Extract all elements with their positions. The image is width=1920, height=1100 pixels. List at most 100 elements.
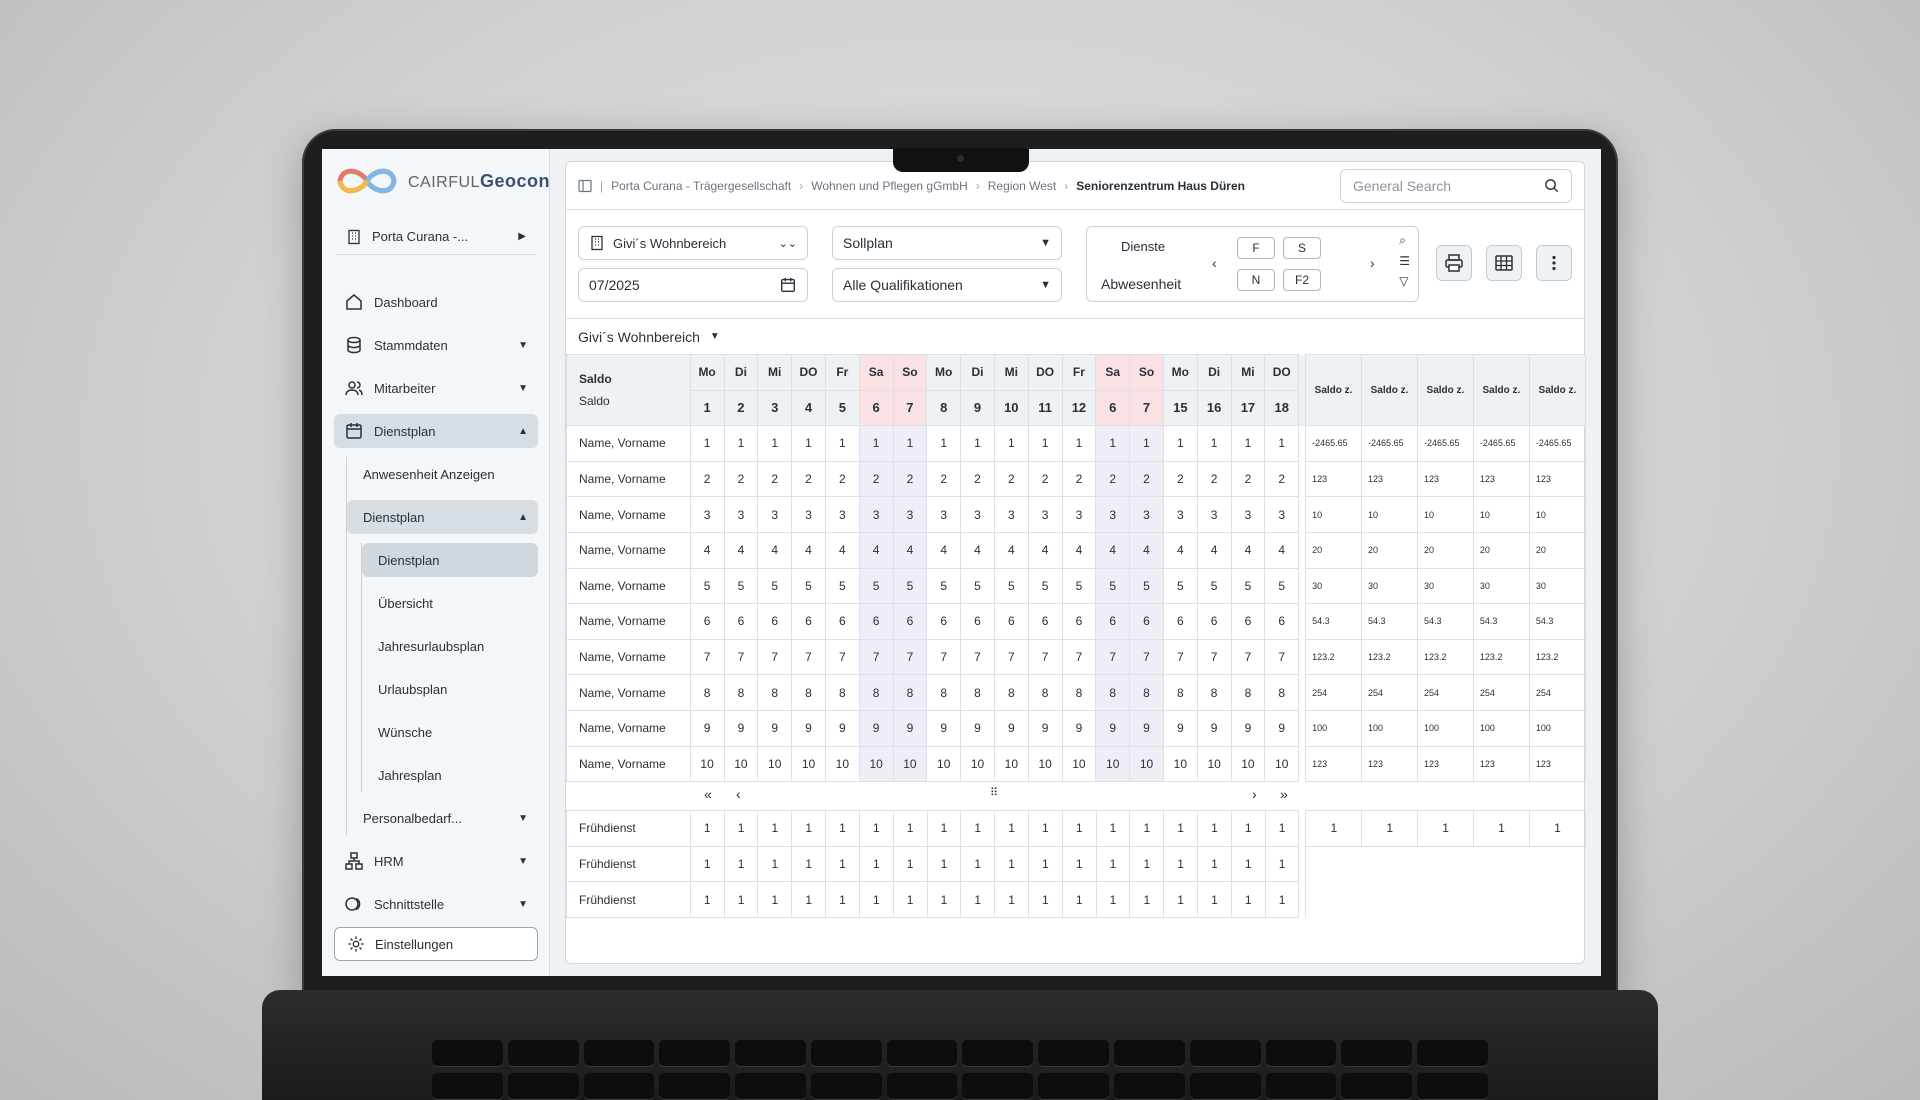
shift-cell[interactable]: 8 [689, 674, 725, 711]
shift-cell[interactable]: 6 [993, 603, 1029, 640]
shift-cell[interactable]: 4 [960, 531, 995, 569]
shift-cell[interactable]: 3 [1027, 496, 1063, 533]
shift-cell[interactable]: 7 [993, 638, 1029, 676]
shift-cell[interactable]: 7 [1162, 638, 1198, 676]
print-button[interactable] [1436, 245, 1472, 281]
shift-cell[interactable]: 9 [1196, 709, 1232, 747]
logo[interactable]: CAIRFULGeocon [334, 161, 550, 201]
shift-cell[interactable]: 7 [1196, 638, 1232, 676]
shift-cell[interactable]: 5 [723, 567, 759, 605]
shift-cell[interactable]: 2 [1196, 460, 1232, 498]
shift-cell[interactable]: 6 [1027, 603, 1063, 640]
shift-cell[interactable]: 5 [960, 567, 995, 605]
shift-cell[interactable]: 8 [1095, 674, 1131, 711]
shift-cell[interactable]: 3 [1264, 496, 1300, 533]
shift-cell[interactable]: 8 [1027, 674, 1063, 711]
shift-cell[interactable]: 4 [824, 531, 860, 569]
shift-cell[interactable]: 7 [960, 638, 995, 676]
shift-cell[interactable]: 5 [1264, 567, 1300, 605]
shift-cell[interactable]: 7 [1264, 638, 1300, 676]
shift-cell[interactable]: 5 [791, 567, 826, 605]
sidebar-item-mitarbeiter[interactable]: Mitarbeiter ▼ [334, 371, 538, 405]
sidebar-item-jahresurlaubsplan[interactable]: Jahresurlaubsplan [362, 629, 538, 663]
shift-cell[interactable]: 7 [892, 638, 928, 676]
last-page-button[interactable]: » [1280, 786, 1288, 802]
shift-cell[interactable]: 5 [1027, 567, 1063, 605]
shift-cell[interactable]: 3 [1196, 496, 1232, 533]
shift-cell[interactable]: 4 [1027, 531, 1063, 569]
shift-cell[interactable]: 2 [1264, 460, 1300, 498]
shift-cell[interactable]: 4 [1230, 531, 1266, 569]
shift-cell[interactable]: 9 [1095, 709, 1131, 747]
shift-cell[interactable]: 9 [1264, 709, 1300, 747]
shift-cell[interactable]: 1 [723, 425, 759, 462]
shift-cell[interactable]: 9 [689, 709, 725, 747]
section-title[interactable]: Givi´s Wohnbereich ▼ [566, 318, 1584, 354]
shift-cell[interactable]: 3 [1230, 496, 1266, 533]
shift-cell[interactable]: 1 [993, 425, 1029, 462]
shift-cell[interactable]: 3 [1061, 496, 1097, 533]
shift-cell[interactable]: 10 [1230, 745, 1266, 783]
sidebar-item-personalbedarf[interactable]: Personalbedarf... ▼ [347, 801, 538, 835]
shift-cell[interactable]: 6 [1129, 603, 1164, 640]
prev-page-button[interactable]: ‹ [736, 786, 741, 802]
employee-name[interactable]: Name, Vorname [566, 567, 691, 605]
employee-name[interactable]: Name, Vorname [566, 709, 691, 747]
shift-cell[interactable]: 7 [1230, 638, 1266, 676]
shift-cell[interactable]: 4 [791, 531, 826, 569]
breadcrumb-item[interactable]: Wohnen und Pflegen gGmbH [811, 179, 968, 193]
shift-cell[interactable]: 6 [824, 603, 860, 640]
shift-cell[interactable]: 6 [723, 603, 759, 640]
employee-name[interactable]: Name, Vorname [566, 603, 691, 640]
shift-cell[interactable]: 3 [926, 496, 962, 533]
date-picker[interactable]: 07/2025 [578, 268, 808, 302]
employee-name[interactable]: Name, Vorname [566, 531, 691, 569]
shift-cell[interactable]: 2 [993, 460, 1029, 498]
shift-cell[interactable]: 1 [689, 425, 725, 462]
shift-cell[interactable]: 10 [858, 745, 894, 783]
shift-cell[interactable]: 5 [926, 567, 962, 605]
sidebar-item-dienstplan-group[interactable]: Dienstplan ▲ [347, 500, 538, 534]
shift-cell[interactable]: 3 [791, 496, 826, 533]
drag-handle-icon[interactable]: ⠿ [990, 786, 998, 799]
shift-chip-f2[interactable]: F2 [1283, 269, 1321, 291]
shift-cell[interactable]: 5 [1230, 567, 1266, 605]
area-select[interactable]: Givi´s Wohnbereich ⌄⌄ [578, 226, 808, 260]
shift-cell[interactable]: 5 [757, 567, 793, 605]
sidebar-item-uebersicht[interactable]: Übersicht [362, 586, 538, 620]
shift-cell[interactable]: 8 [892, 674, 928, 711]
sidebar-item-urlaubsplan[interactable]: Urlaubsplan [362, 672, 538, 706]
shift-cell[interactable]: 4 [1264, 531, 1300, 569]
shift-cell[interactable]: 1 [1264, 425, 1300, 462]
shift-cell[interactable]: 3 [689, 496, 725, 533]
shift-cell[interactable]: 5 [1129, 567, 1164, 605]
sidebar-item-schnittstelle[interactable]: Schnittstelle ▼ [334, 887, 538, 921]
shift-cell[interactable]: 1 [824, 425, 860, 462]
shift-cell[interactable]: 1 [892, 425, 928, 462]
shift-cell[interactable]: 10 [1264, 745, 1300, 783]
shift-cell[interactable]: 6 [1196, 603, 1232, 640]
sidebar-item-anwesenheit[interactable]: Anwesenheit Anzeigen [347, 457, 538, 491]
shift-cell[interactable]: 3 [993, 496, 1029, 533]
shift-cell[interactable]: 8 [858, 674, 894, 711]
shift-cell[interactable]: 8 [1264, 674, 1300, 711]
shift-cell[interactable]: 7 [858, 638, 894, 676]
shift-cell[interactable]: 5 [689, 567, 725, 605]
shift-cell[interactable]: 6 [892, 603, 928, 640]
first-page-button[interactable]: « [704, 786, 712, 802]
shift-cell[interactable]: 9 [757, 709, 793, 747]
shift-cell[interactable]: 1 [926, 425, 962, 462]
shift-cell[interactable]: 8 [1230, 674, 1266, 711]
shift-cell[interactable]: 8 [757, 674, 793, 711]
search-icon[interactable]: ⌕ [1399, 233, 1410, 248]
shift-cell[interactable]: 10 [892, 745, 928, 783]
shift-cell[interactable]: 4 [1196, 531, 1232, 569]
shift-cell[interactable]: 8 [960, 674, 995, 711]
shift-cell[interactable]: 1 [960, 425, 995, 462]
sidebar-item-dienstplan-view[interactable]: Dienstplan [362, 543, 538, 577]
shift-cell[interactable]: 10 [1095, 745, 1131, 783]
employee-name[interactable]: Name, Vorname [566, 638, 691, 676]
shift-cell[interactable]: 8 [723, 674, 759, 711]
breadcrumb-item[interactable]: Porta Curana - Trägergesellschaft [611, 179, 791, 193]
shift-cell[interactable]: 3 [1129, 496, 1164, 533]
